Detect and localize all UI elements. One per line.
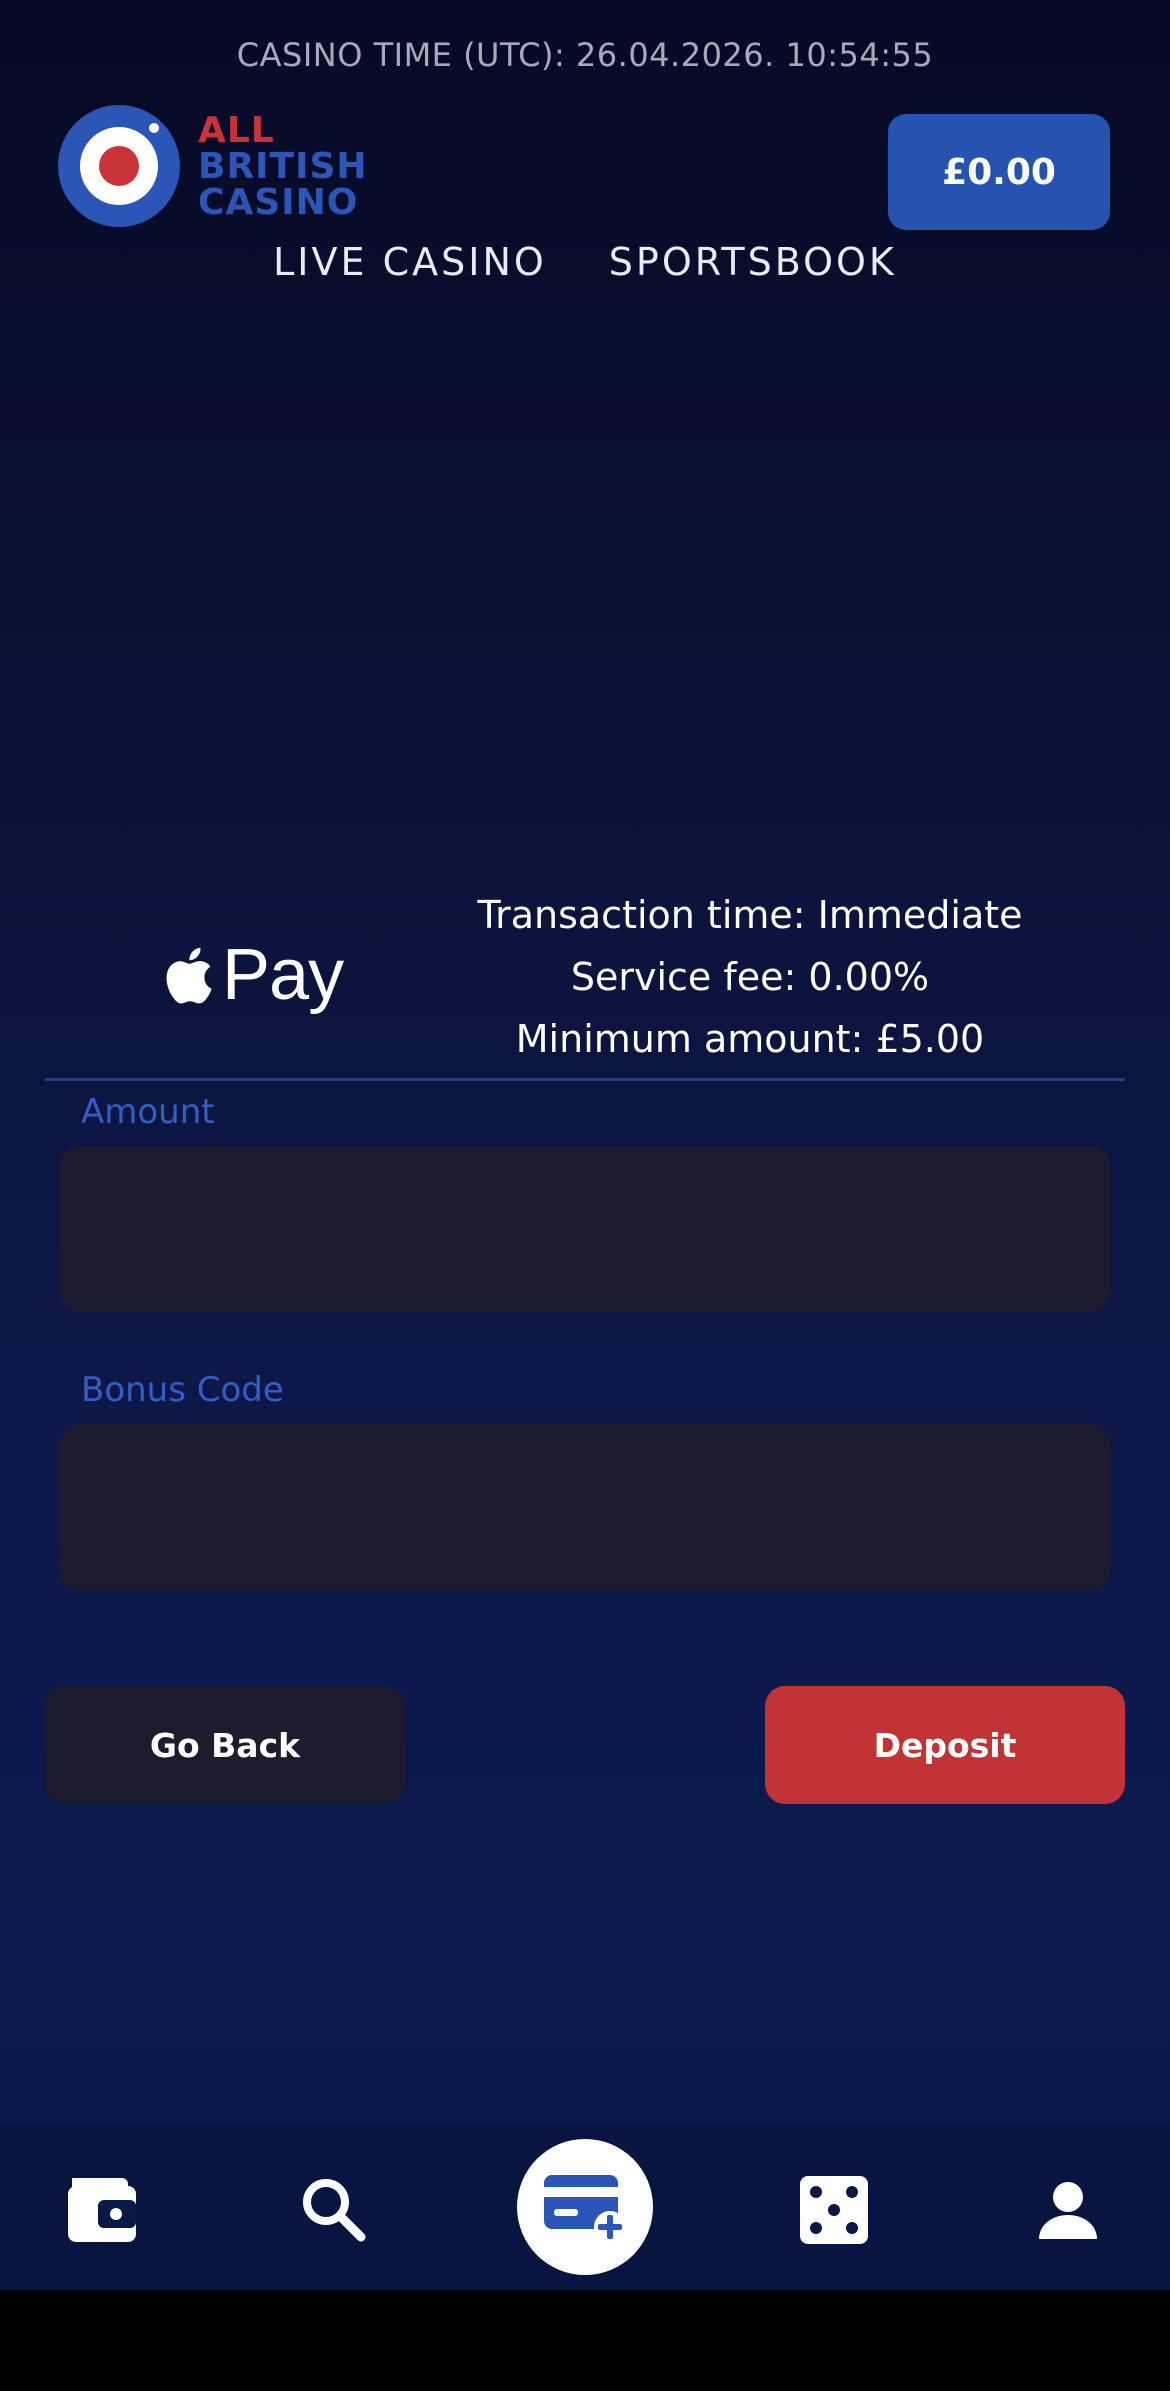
nav-sportsbook[interactable]: SPORTSBOOK [609, 240, 897, 284]
bonus-code-input[interactable] [60, 1424, 1110, 1590]
minimum-amount: Minimum amount: £5.00 [515, 1017, 985, 1061]
logo-text-casino: CASINO [198, 182, 359, 223]
payment-info: Transaction time: Immediate Service fee:… [440, 884, 1060, 1070]
wallet-icon[interactable] [62, 2170, 142, 2250]
go-back-button[interactable]: Go Back [45, 1686, 405, 1804]
divider [45, 1078, 1125, 1081]
apple-pay-logo: Pay [160, 930, 360, 1020]
logo-roundel-icon [58, 105, 180, 227]
transaction-time: Transaction time: Immediate [477, 893, 1023, 937]
amount-input[interactable] [60, 1146, 1110, 1312]
deposit-card-icon[interactable] [517, 2139, 653, 2275]
nav-live-casino[interactable]: LIVE CASINO [273, 240, 547, 284]
service-fee: Service fee: 0.00% [570, 955, 930, 999]
logo-text-all: ALL [198, 110, 275, 151]
dice-icon[interactable] [794, 2170, 874, 2250]
logo-text-british: BRITISH [198, 146, 368, 187]
balance-button[interactable]: £0.00 [888, 114, 1110, 230]
logo[interactable]: ALL BRITISH CASINO [58, 103, 368, 229]
search-icon[interactable] [294, 2170, 374, 2250]
apple-pay-label: Pay [222, 935, 344, 1015]
deposit-button[interactable]: Deposit [765, 1686, 1125, 1804]
user-icon[interactable] [1028, 2170, 1108, 2250]
top-nav: LIVE CASINO SPORTSBOOK [0, 240, 1170, 284]
deposit-screen: CASINO TIME (UTC): 26.04.2026. 10:54:55 … [0, 0, 1170, 2290]
bottom-nav [0, 2122, 1170, 2290]
apple-icon [166, 947, 212, 1004]
casino-time: CASINO TIME (UTC): 26.04.2026. 10:54:55 [236, 36, 934, 74]
amount-label: Amount [81, 1092, 215, 1132]
bonus-code-label: Bonus Code [81, 1370, 284, 1410]
